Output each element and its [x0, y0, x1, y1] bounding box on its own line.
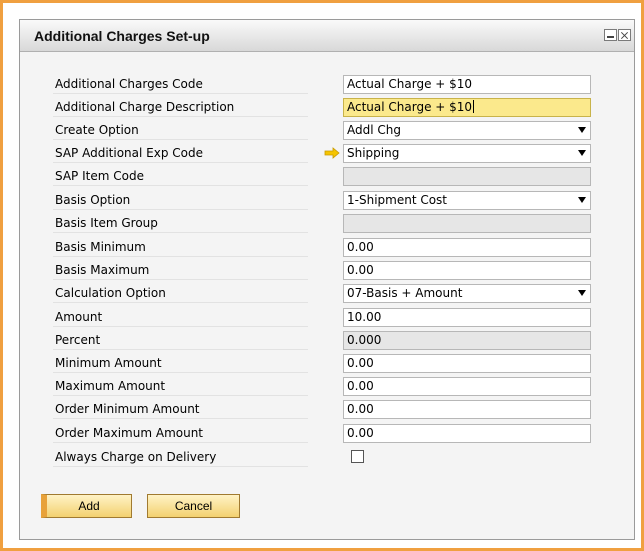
row-basis-minimum: Basis Minimum 0.00 [53, 238, 591, 257]
field-label: Amount [53, 308, 308, 327]
row-additional-charge-description: Additional Charge Description Actual Cha… [53, 98, 591, 117]
always-charge-on-delivery-checkbox[interactable] [351, 450, 364, 463]
field-label: Order Minimum Amount [53, 400, 308, 419]
basis-maximum-input[interactable]: 0.00 [343, 261, 591, 280]
field-label: Always Charge on Delivery [53, 448, 308, 467]
row-order-minimum-amount: Order Minimum Amount 0.00 [53, 400, 591, 419]
dialog-window: Additional Charges Set-up Additional Cha… [19, 19, 635, 540]
row-basis-option: Basis Option 1-Shipment Cost [53, 191, 591, 210]
row-basis-item-group: Basis Item Group [53, 214, 591, 233]
link-arrow-icon[interactable] [324, 147, 340, 159]
row-sap-item-code: SAP Item Code [53, 167, 591, 186]
field-label: SAP Item Code [53, 167, 308, 186]
field-label: Basis Maximum [53, 261, 308, 280]
window-title: Additional Charges Set-up [34, 28, 210, 44]
minimum-amount-input[interactable]: 0.00 [343, 354, 591, 373]
row-basis-maximum: Basis Maximum 0.00 [53, 261, 591, 280]
add-button[interactable]: Add [41, 494, 132, 518]
dropdown-arrow-icon[interactable] [578, 290, 586, 296]
field-label: Percent [53, 331, 308, 350]
field-label: Create Option [53, 121, 308, 140]
outer-frame: Additional Charges Set-up Additional Cha… [0, 0, 644, 551]
sap-item-code-input [343, 167, 591, 186]
row-amount: Amount 10.00 [53, 308, 591, 327]
row-always-charge-on-delivery: Always Charge on Delivery [53, 448, 523, 467]
minimize-icon[interactable] [604, 29, 617, 41]
row-create-option: Create Option Addl Chg [53, 121, 591, 140]
field-label: Basis Minimum [53, 238, 308, 257]
field-label: Additional Charges Code [53, 75, 308, 94]
additional-charges-code-input[interactable]: Actual Charge + $10 [343, 75, 591, 94]
dropdown-arrow-icon[interactable] [578, 127, 586, 133]
field-label: Calculation Option [53, 284, 308, 303]
row-minimum-amount: Minimum Amount 0.00 [53, 354, 591, 373]
create-option-select[interactable]: Addl Chg [343, 121, 591, 140]
calculation-option-select[interactable]: 07-Basis + Amount [343, 284, 591, 303]
cancel-button[interactable]: Cancel [147, 494, 240, 518]
basis-option-select[interactable]: 1-Shipment Cost [343, 191, 591, 210]
dropdown-arrow-icon[interactable] [578, 197, 586, 203]
field-label: Basis Item Group [53, 214, 308, 233]
title-bar[interactable]: Additional Charges Set-up [20, 20, 634, 52]
field-label: SAP Additional Exp Code [53, 144, 308, 163]
order-maximum-amount-input[interactable]: 0.00 [343, 424, 591, 443]
row-maximum-amount: Maximum Amount 0.00 [53, 377, 591, 396]
order-minimum-amount-input[interactable]: 0.00 [343, 400, 591, 419]
row-percent: Percent 0.000 [53, 331, 591, 350]
row-additional-charges-code: Additional Charges Code Actual Charge + … [53, 75, 591, 94]
amount-input[interactable]: 10.00 [343, 308, 591, 327]
field-label: Order Maximum Amount [53, 424, 308, 443]
additional-charge-description-input[interactable]: Actual Charge + $10 [343, 98, 591, 117]
row-calculation-option: Calculation Option 07-Basis + Amount [53, 284, 591, 303]
basis-minimum-input[interactable]: 0.00 [343, 238, 591, 257]
dropdown-arrow-icon[interactable] [578, 150, 586, 156]
close-icon[interactable] [618, 29, 631, 41]
field-label: Basis Option [53, 191, 308, 210]
row-order-maximum-amount: Order Maximum Amount 0.00 [53, 424, 591, 443]
row-sap-additional-exp-code: SAP Additional Exp Code Shipping [53, 144, 591, 163]
maximum-amount-input[interactable]: 0.00 [343, 377, 591, 396]
field-label: Additional Charge Description [53, 98, 308, 117]
field-label: Minimum Amount [53, 354, 308, 373]
basis-item-group-input [343, 214, 591, 233]
field-label: Maximum Amount [53, 377, 308, 396]
percent-input: 0.000 [343, 331, 591, 350]
sap-additional-exp-code-select[interactable]: Shipping [343, 144, 591, 163]
